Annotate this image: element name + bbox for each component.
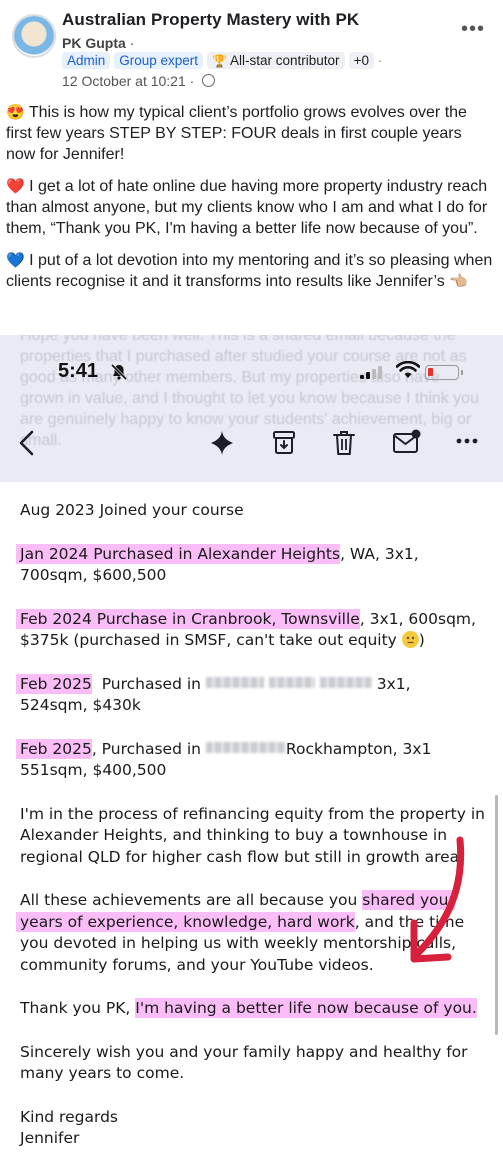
post-text: 😍 This is how my typical client’s portfo… — [6, 102, 494, 303]
status-time: 5:41 — [58, 360, 99, 382]
email-signoff: Kind regards Jennifer — [20, 1107, 490, 1150]
email-text: 3x1, — [376, 674, 411, 693]
post-paragraph: 💙 I put of a lot devotion into my mentor… — [6, 250, 494, 292]
cell-signal-icon — [360, 366, 386, 379]
email-line-joined: Aug 2023 Joined your course — [20, 501, 244, 519]
email-text: , WA, 3x1, — [340, 544, 419, 563]
highlight: Feb 2025 — [16, 673, 92, 694]
highlight: I'm having a better life now because of … — [135, 998, 477, 1018]
badge-more[interactable]: +0 — [348, 52, 374, 69]
badge-all-star[interactable]: 🏆 All-star contributor — [207, 52, 345, 69]
signature: Jennifer — [20, 1129, 80, 1147]
email-text: , Purchased in — [91, 739, 201, 758]
heart-eyes-emoji: 😍 — [6, 104, 25, 121]
redacted-text — [205, 741, 286, 753]
avatar[interactable] — [12, 14, 56, 58]
email-text: , 3x1, 600sqm, — [359, 609, 476, 628]
email-text: Rockhampton, 3x1 — [285, 739, 432, 758]
more-options-button[interactable]: ••• — [461, 18, 485, 41]
neutral-face-emoji — [401, 631, 419, 648]
back-icon[interactable] — [16, 429, 38, 457]
post-date[interactable]: 12 October at 10:21 · — [62, 73, 216, 89]
trophy-icon: 🏆 — [212, 54, 228, 68]
mail-icon[interactable] — [392, 429, 422, 455]
author-line: PK Gupta · — [62, 35, 134, 51]
email-wish-paragraph: Sincerely wish you and your family happy… — [20, 1042, 468, 1083]
scrollbar[interactable] — [495, 795, 498, 1035]
author-name[interactable]: PK Gupta — [62, 35, 126, 51]
redacted-text — [319, 676, 372, 688]
badge-separator: · — [377, 53, 383, 68]
red-heart-emoji: ❤️ — [6, 178, 25, 195]
battery-icon — [425, 365, 463, 380]
sparkle-icon[interactable] — [208, 429, 236, 457]
pointing-hand-emoji: 👈🏼 — [449, 273, 468, 290]
email-body: Aug 2023 Joined your course Jan 2024 Pur… — [16, 500, 490, 1150]
email-text: Thank you PK, — [20, 999, 136, 1017]
post-paragraph: 😍 This is how my typical client’s portfo… — [6, 102, 494, 165]
silent-bell-icon — [110, 363, 128, 386]
post-header: Australian Property Mastery with PK PK G… — [0, 0, 503, 95]
email-text: 551sqm, $400,500 — [20, 761, 167, 779]
post-paragraph-text: I get a lot of hate online due having mo… — [6, 178, 488, 237]
wifi-icon — [395, 360, 421, 384]
author-separator: · — [129, 35, 135, 51]
blue-heart-emoji: 💙 — [6, 252, 25, 269]
badge-group-expert[interactable]: Group expert — [114, 52, 204, 69]
email-purchase-2: Feb 2024 Purchase in Cranbrook, Townsvil… — [16, 608, 490, 652]
email-text: All these achievements are all because y… — [20, 891, 363, 909]
badge-row: Admin Group expert 🏆 All-star contributor… — [62, 52, 382, 69]
email-screenshot[interactable]: Hope you have been well. This is a share… — [0, 335, 503, 1166]
date-separator: · — [189, 73, 195, 89]
badge-all-star-label: All-star contributor — [230, 53, 340, 68]
email-text: 700sqm, $600,500 — [20, 566, 167, 584]
highlight: Jan 2024 Purchased in Alexander Heights — [16, 543, 341, 564]
globe-icon — [202, 74, 216, 87]
highlight: years of experience, knowledge, hard wor… — [16, 911, 355, 932]
post-date-text: 12 October at 10:21 — [62, 73, 186, 89]
post-paragraph-text: This is how my typical client’s portfoli… — [6, 104, 467, 163]
post-paragraph: ❤️ I get a lot of hate online due having… — [6, 176, 494, 239]
email-toolbar — [0, 427, 503, 467]
email-text: 524sqm, $430k — [20, 696, 141, 714]
highlight: Feb 2024 Purchase in Cranbrook, Townsvil… — [16, 608, 360, 629]
email-purchase-1: Jan 2024 Purchased in Alexander Heights,… — [16, 543, 490, 587]
redacted-text — [268, 676, 315, 688]
redacted-text — [205, 676, 264, 688]
group-name[interactable]: Australian Property Mastery with PK — [62, 10, 359, 30]
post-paragraph-text: I put of a lot devotion into my mentorin… — [6, 252, 493, 290]
email-purchase-4: Feb 2025, Purchased in Rockhampton, 3x1 5… — [16, 738, 490, 782]
highlight: Feb 2025 — [16, 738, 92, 759]
email-thanks-paragraph: Thank you PK, I'm having a better life n… — [20, 998, 490, 1020]
badge-admin[interactable]: Admin — [62, 52, 111, 69]
email-text: $375k (purchased in SMSF, can't take out… — [20, 631, 397, 649]
more-icon[interactable] — [455, 431, 479, 451]
archive-icon[interactable] — [272, 430, 296, 456]
email-text: Purchased in — [101, 674, 201, 693]
sign-off: Kind regards — [20, 1107, 118, 1126]
email-purchase-3: Feb 2025 Purchased in 3x1, 524sqm, $430k — [16, 673, 490, 717]
red-arrow-annotation — [410, 836, 465, 963]
phone-status-area: Hope you have been well. This is a share… — [0, 335, 503, 482]
email-text: ) — [418, 631, 425, 649]
trash-icon[interactable] — [332, 429, 356, 457]
